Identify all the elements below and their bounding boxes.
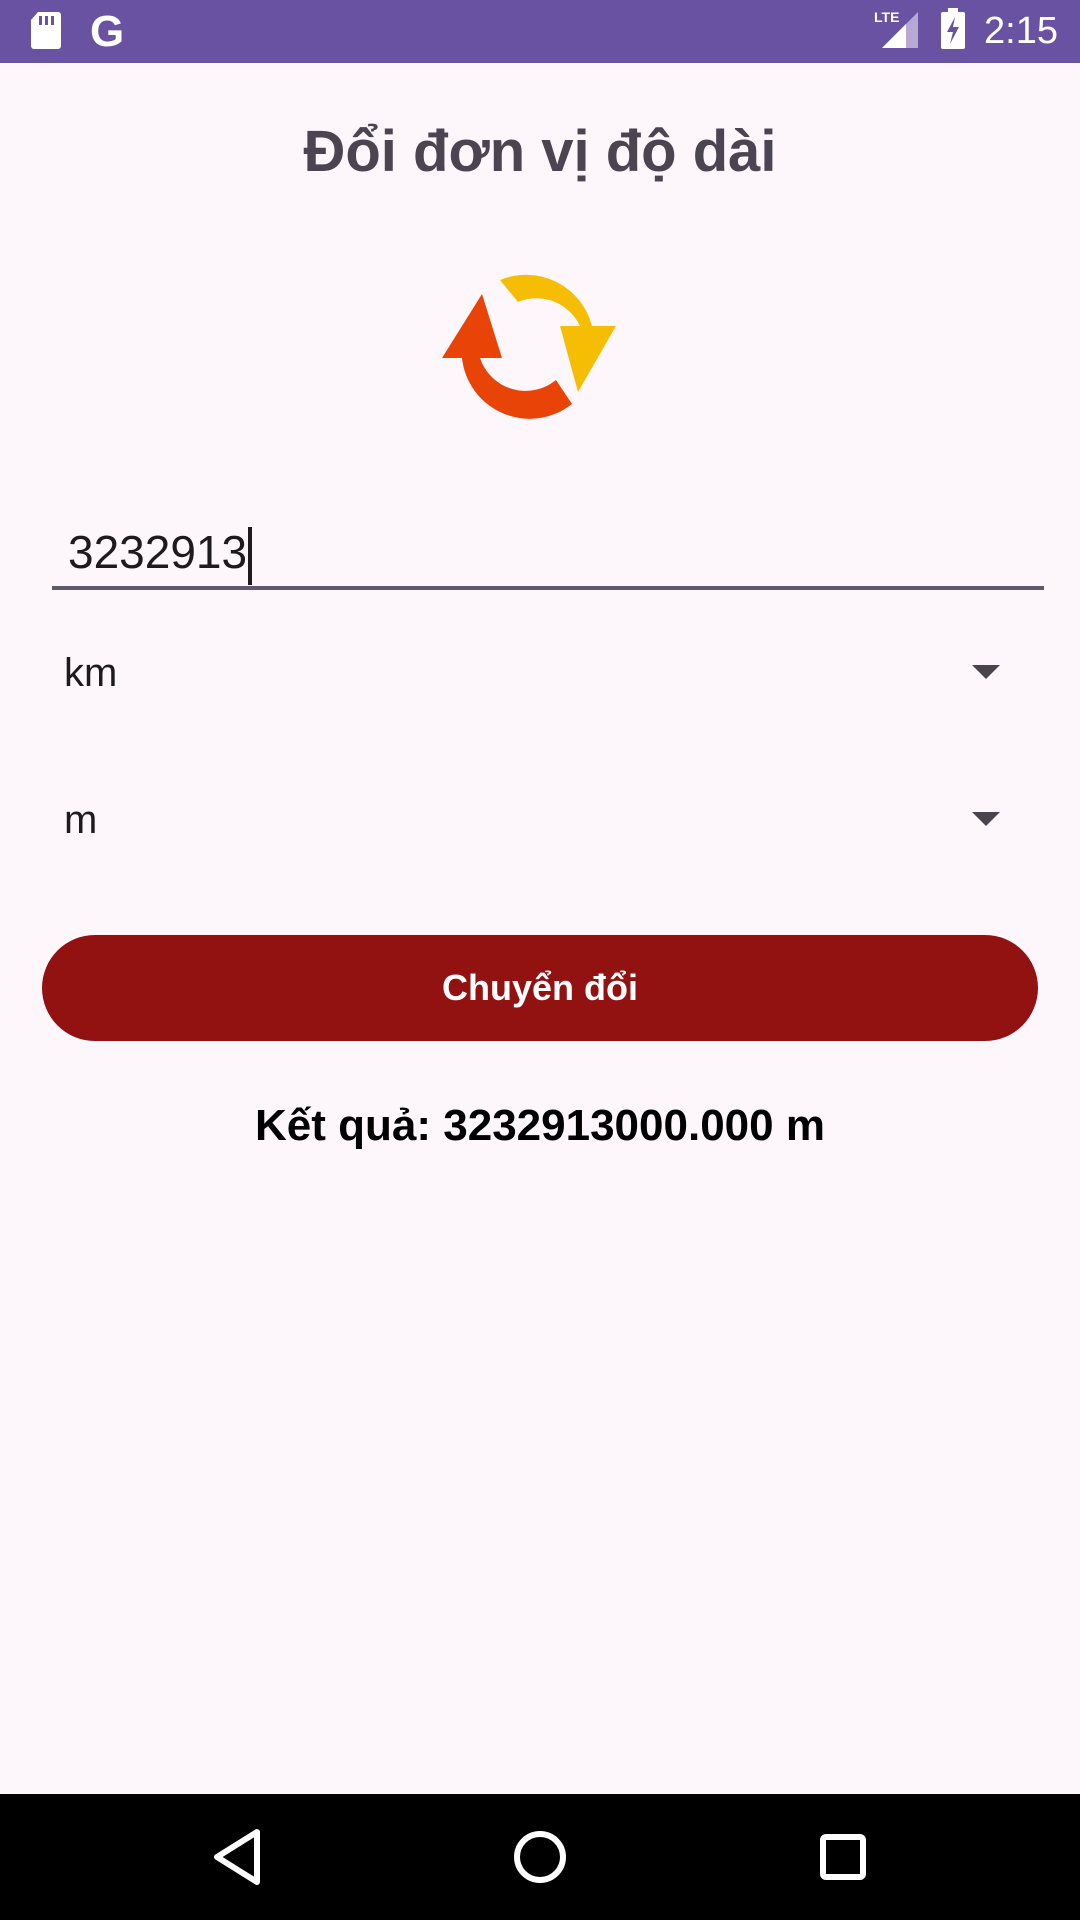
network-type: LTE xyxy=(874,9,899,25)
to-unit-dropdown[interactable]: m xyxy=(42,762,1038,882)
text-caret xyxy=(248,526,253,585)
to-unit-selected: m xyxy=(64,798,98,842)
home-circle-icon[interactable] xyxy=(505,1822,575,1892)
sync-arrows-icon xyxy=(440,260,640,424)
battery-charging-icon xyxy=(940,8,966,54)
length-input-value[interactable]: 3232913 xyxy=(68,524,253,585)
from-unit-selected: km xyxy=(64,651,118,695)
convert-button[interactable]: Chuyển đổi xyxy=(42,935,1038,1041)
dropdown-arrow-icon xyxy=(972,665,1000,679)
status-bar: G LTE 2:15 xyxy=(0,0,1080,63)
status-time: 2:15 xyxy=(984,10,1058,52)
status-left: G xyxy=(30,10,124,54)
result-text: Kết quả: 3232913000.000 m xyxy=(255,1101,825,1150)
length-input-text: 3232913 xyxy=(68,526,248,578)
dropdown-arrow-icon xyxy=(972,812,1000,826)
page-title: Đổi đơn vị độ dài xyxy=(303,119,777,184)
navigation-bar xyxy=(0,1794,1080,1920)
from-unit-dropdown[interactable]: km xyxy=(42,615,1038,735)
google-icon: G xyxy=(90,7,125,56)
back-triangle-icon[interactable] xyxy=(203,1822,273,1892)
length-input[interactable]: 3232913 xyxy=(52,518,1044,590)
status-right: LTE 2:15 xyxy=(874,6,1058,56)
cell-signal-icon: LTE xyxy=(874,8,922,54)
recents-square-icon[interactable] xyxy=(808,1822,878,1892)
sd-card-icon xyxy=(30,10,62,54)
